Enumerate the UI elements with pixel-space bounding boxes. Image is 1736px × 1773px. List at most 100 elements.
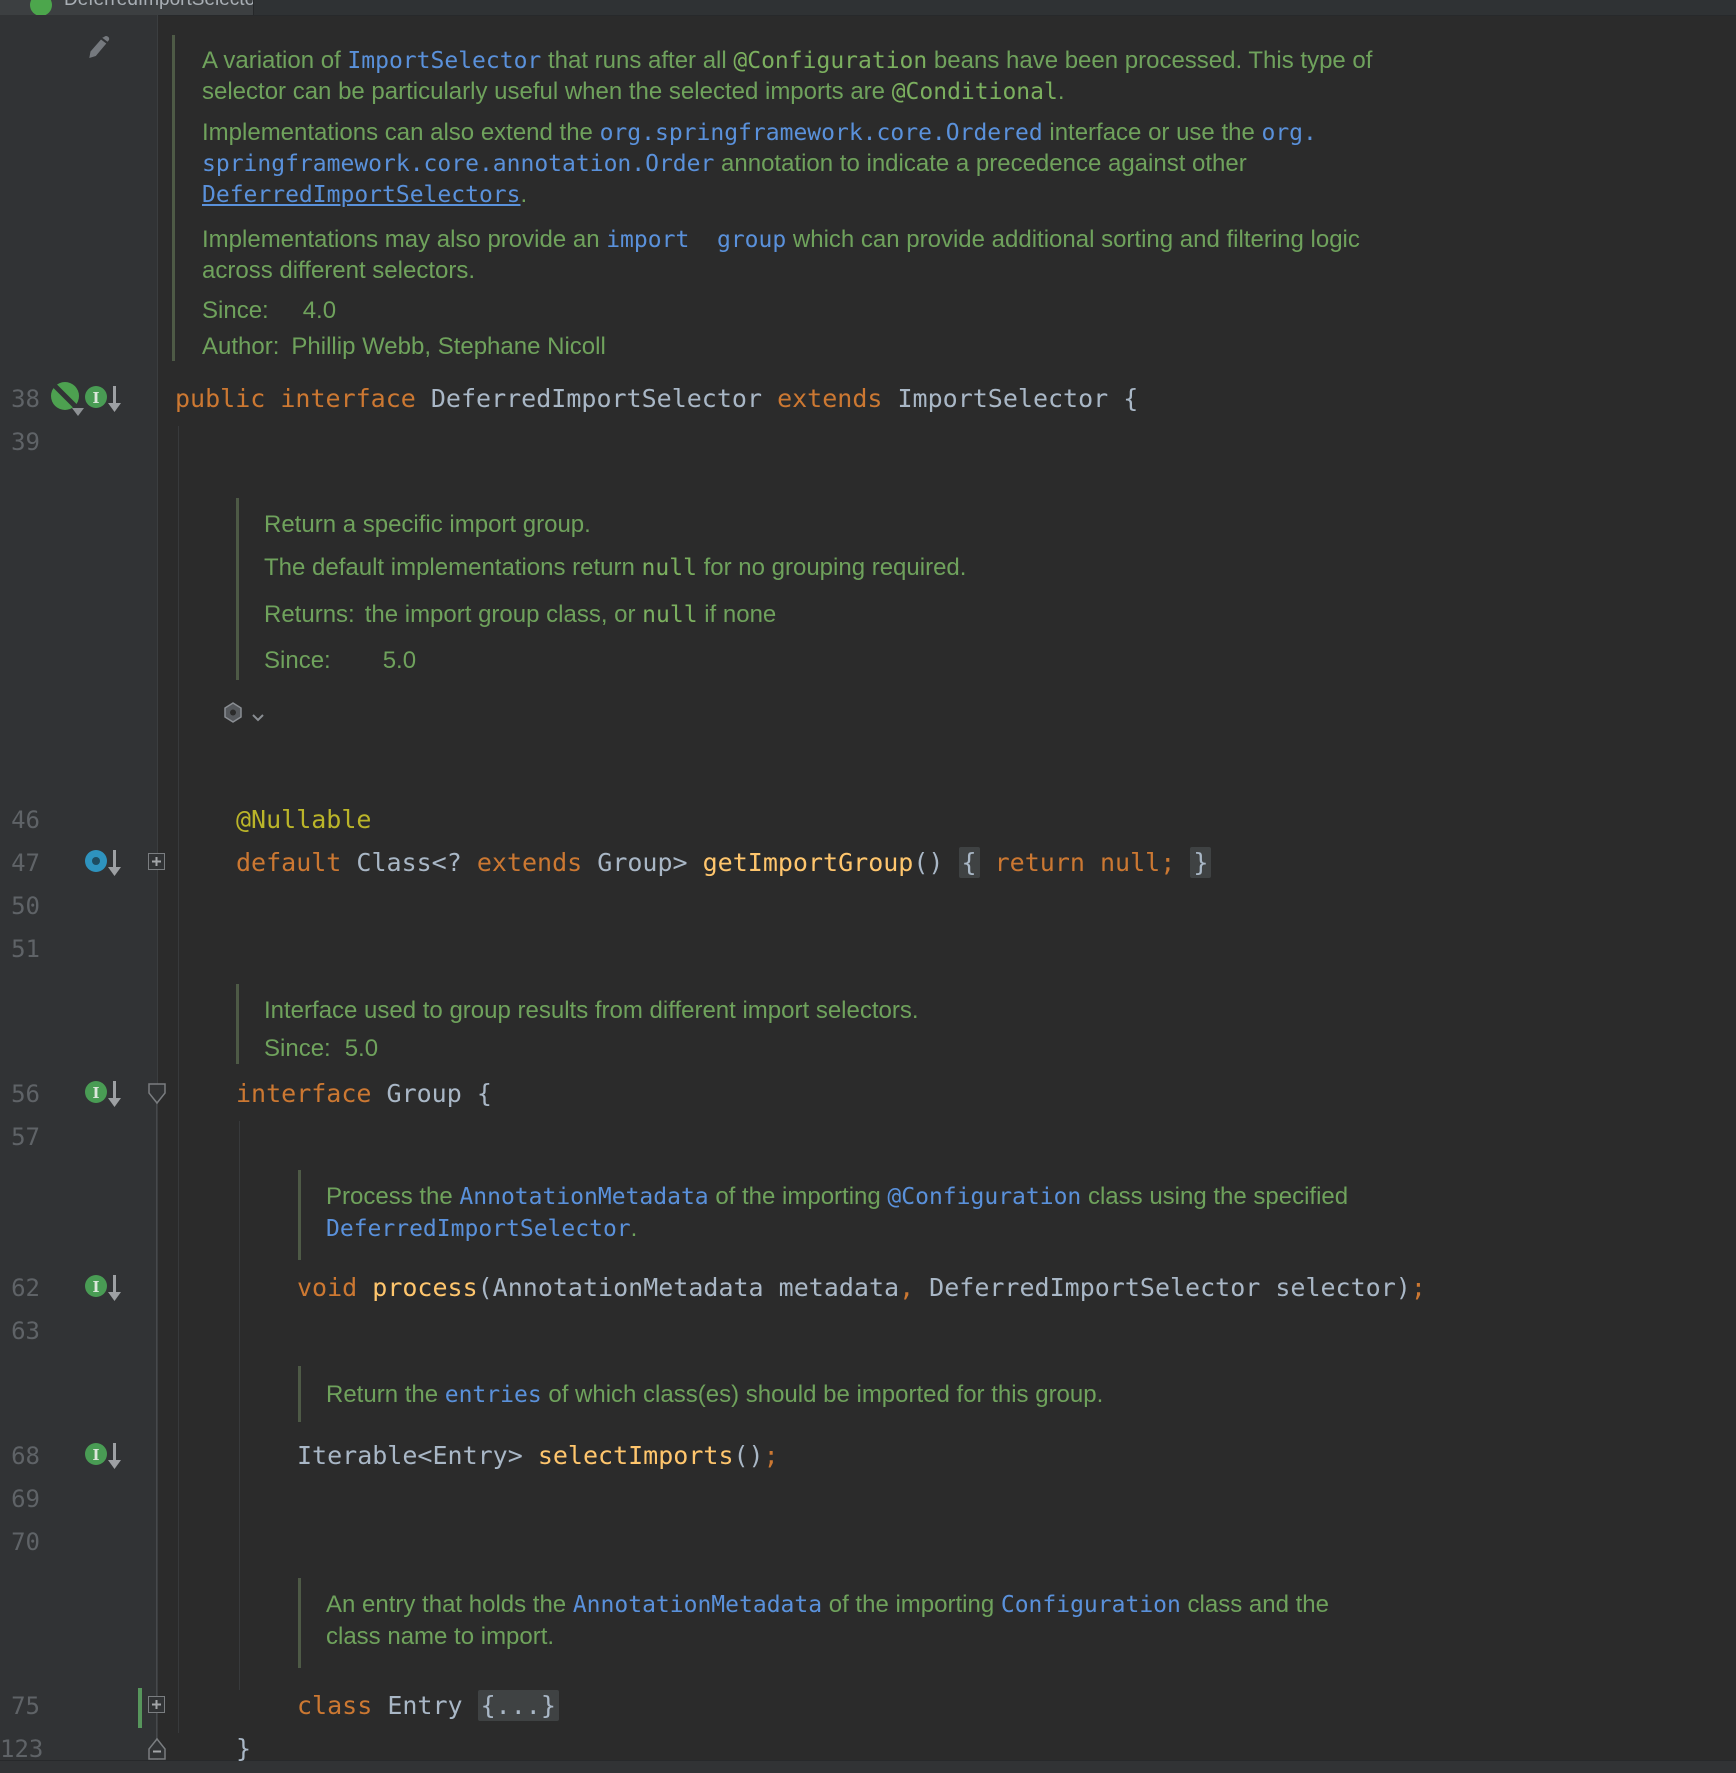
overridden-icon[interactable] [84, 844, 128, 888]
doc-section-label: Returns: [264, 601, 355, 628]
doc-text: . [521, 181, 528, 208]
implemented-icon[interactable]: I [84, 1269, 128, 1313]
code-token: getImportGroup [703, 848, 914, 877]
code-token: Iterable<Entry> [297, 1441, 538, 1470]
class-javadoc-bar [172, 35, 175, 361]
get-import-group-javadoc-line: Returns:the import group class, or null … [264, 600, 776, 630]
class-javadoc-line: springframework.core.annotation.Order an… [202, 149, 1247, 179]
doc-text: if none [698, 601, 777, 628]
line-number-70: 70 [0, 1526, 40, 1558]
folded-region[interactable]: { [959, 847, 980, 878]
doc-text: Process the [326, 1183, 459, 1210]
doc-text: A variation of [202, 47, 347, 74]
doc-code-ref[interactable]: import group [606, 227, 786, 253]
code-token: () [734, 1441, 764, 1470]
implemented-icon[interactable]: I [84, 1075, 128, 1119]
doc-code-ref[interactable]: org.springframework.core.Ordered [600, 120, 1043, 146]
line-number-62: 62 [0, 1272, 40, 1304]
code-token: interface [280, 384, 431, 413]
class-javadoc-line: Since: 4.0 [202, 296, 336, 326]
code-line-62[interactable]: void process(AnnotationMetadata metadata… [297, 1272, 1426, 1304]
code-line-75[interactable]: class Entry {...} [297, 1690, 559, 1722]
doc-text: Implementations can also extend the [202, 119, 600, 146]
vcs-change-marker [138, 1688, 142, 1728]
doc-code-snippet: null [642, 602, 697, 628]
process-method-javadoc-bar [298, 1170, 301, 1260]
code-line-123[interactable]: } [236, 1733, 251, 1765]
line-number-68: 68 [0, 1440, 40, 1472]
doc-code-ref[interactable]: springframework.core.annotation.Order [202, 151, 714, 177]
doc-text: 4.0 [303, 297, 336, 324]
code-line-47[interactable]: default Class<? extends Group> getImport… [236, 847, 1211, 879]
doc-text: the import group class, or [365, 601, 642, 628]
fold-range-line [156, 1098, 157, 1746]
doc-code-ref[interactable]: DeferredImportSelector [326, 1216, 631, 1242]
code-token: extends [777, 384, 897, 413]
line-number-50: 50 [0, 890, 40, 922]
active-file-tab[interactable]: DeferredImportSelector.java [0, 0, 254, 15]
line-number-75: 75 [0, 1690, 40, 1722]
indent-guide [239, 1121, 240, 1690]
line-number-47: 47 [0, 847, 40, 879]
doc-code-ref[interactable]: Configuration [1001, 1592, 1181, 1618]
folded-region[interactable]: {...} [478, 1690, 559, 1721]
doc-code-ref[interactable]: ImportSelector [347, 48, 541, 74]
line-number-63: 63 [0, 1315, 40, 1347]
doc-text: annotation to indicate a precedence agai… [714, 150, 1246, 177]
doc-render-settings-icon[interactable] [220, 700, 246, 730]
doc-code-ref[interactable]: entries [445, 1382, 542, 1408]
doc-code-ref[interactable]: AnnotationMetadata [459, 1184, 708, 1210]
editor-tab-bar: DeferredImportSelector.java [0, 0, 1736, 16]
doc-section-label: Author: [202, 333, 279, 360]
doc-text: Interface used to group results from dif… [264, 997, 919, 1024]
code-line-56[interactable]: interface Group { [236, 1078, 492, 1110]
fold-end-icon[interactable] [147, 1737, 167, 1765]
code-token: interface [236, 1079, 387, 1108]
doc-text: Return a specific import group. [264, 511, 591, 538]
code-line-38[interactable]: public interface DeferredImportSelector … [175, 383, 1138, 415]
code-token: Group { [387, 1079, 492, 1108]
code-token: null [1100, 848, 1160, 877]
code-token: , [899, 1273, 914, 1302]
doc-code-ref[interactable]: @Configuration [887, 1184, 1081, 1210]
doc-text: selector can be particularly useful when… [202, 78, 892, 105]
doc-section-label: Since: [202, 297, 269, 324]
line-number-57: 57 [0, 1121, 40, 1153]
doc-text: class name to import. [326, 1623, 554, 1650]
doc-text: Implementations may also provide an [202, 226, 606, 253]
implemented-icon[interactable]: I [84, 380, 128, 424]
indent-guide [178, 426, 179, 1733]
doc-link[interactable]: DeferredImportSelectors [202, 182, 521, 208]
get-import-group-javadoc-line: Return a specific import group. [264, 510, 591, 540]
doc-text: Phillip Webb, Stephane Nicoll [291, 333, 605, 360]
line-number-39: 39 [0, 426, 40, 458]
doc-text: interface or use the [1043, 119, 1262, 146]
doc-text: of which class(es) should be imported fo… [542, 1381, 1104, 1408]
doc-code-ref[interactable]: AnnotationMetadata [573, 1592, 822, 1618]
doc-code-ref[interactable]: org. [1261, 120, 1316, 146]
code-line-46[interactable]: @Nullable [236, 804, 371, 836]
fold-expand-icon[interactable] [147, 852, 167, 876]
line-number-123: 123 [0, 1733, 40, 1765]
doc-text: beans have been processed. This type of [927, 47, 1372, 74]
select-imports-javadoc-bar [298, 1366, 301, 1422]
line-number-38: 38 [0, 383, 40, 415]
chevron-down-icon[interactable] [250, 710, 266, 729]
code-token: ; [764, 1441, 779, 1470]
folded-region[interactable]: } [1190, 847, 1211, 878]
edit-javadoc-icon[interactable] [84, 34, 114, 68]
fold-collapse-icon[interactable] [147, 1082, 167, 1110]
code-token: ImportSelector { [897, 384, 1138, 413]
doc-text: for no grouping required. [697, 554, 967, 581]
code-line-68[interactable]: Iterable<Entry> selectImports(); [297, 1440, 779, 1472]
svg-text:I: I [92, 1084, 99, 1102]
doc-section-label: Since: [264, 647, 331, 674]
line-number-51: 51 [0, 933, 40, 965]
line-number-69: 69 [0, 1483, 40, 1515]
status-bar-edge [0, 1760, 1736, 1773]
implemented-icon[interactable]: I [84, 1437, 128, 1481]
code-token: Entry [387, 1691, 477, 1720]
class-javadoc-line: A variation of ImportSelector that runs … [202, 46, 1372, 76]
fold-expand-icon[interactable] [147, 1695, 167, 1719]
entry-class-javadoc-line: An entry that holds the AnnotationMetada… [326, 1590, 1329, 1620]
